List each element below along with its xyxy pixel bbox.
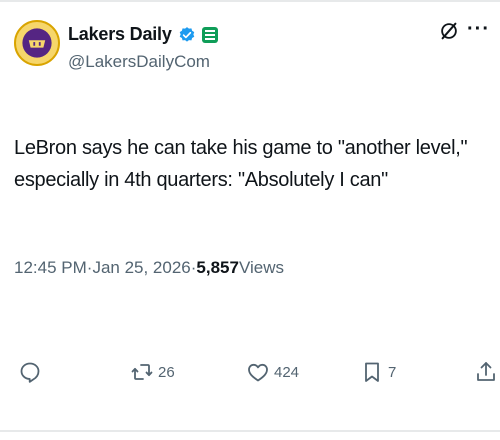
avatar[interactable] <box>14 20 60 66</box>
repost-icon <box>131 364 153 380</box>
author-name-row: Lakers Daily <box>68 24 218 45</box>
bottom-divider <box>0 430 500 432</box>
tweet-text: LeBron says he can take his game to "ano… <box>14 137 468 191</box>
top-divider <box>0 0 500 2</box>
action-bar: 26 424 7 <box>0 360 500 394</box>
reply-button[interactable] <box>18 360 46 384</box>
repost-button[interactable]: 26 <box>130 360 175 384</box>
more-icon[interactable]: ··· <box>467 18 490 41</box>
author-display-name[interactable]: Lakers Daily <box>68 24 172 45</box>
views-count: 5,857 <box>196 258 239 277</box>
verified-badge-icon <box>179 26 194 42</box>
grok-icon[interactable] <box>438 20 460 42</box>
like-button[interactable]: 424 <box>246 360 299 384</box>
bookmark-icon <box>365 362 379 382</box>
share-icon <box>477 362 495 381</box>
bookmark-button[interactable]: 7 <box>360 360 396 384</box>
bookmark-count: 7 <box>388 363 397 381</box>
affiliate-badge-icon[interactable] <box>201 26 218 43</box>
share-button[interactable] <box>474 360 498 384</box>
tweet-time[interactable]: 12:45 PM <box>14 258 87 278</box>
like-icon <box>248 363 268 382</box>
tweet-meta: 12:45 PM · Jan 25, 2026 · 5,857 Views <box>14 258 284 278</box>
repost-count: 26 <box>158 363 175 381</box>
tweet-date[interactable]: Jan 25, 2026 <box>92 258 190 278</box>
reply-icon <box>20 362 40 383</box>
author-handle[interactable]: @LakersDailyCom <box>68 52 210 72</box>
like-count: 424 <box>274 363 300 381</box>
views-label: Views <box>238 258 285 277</box>
